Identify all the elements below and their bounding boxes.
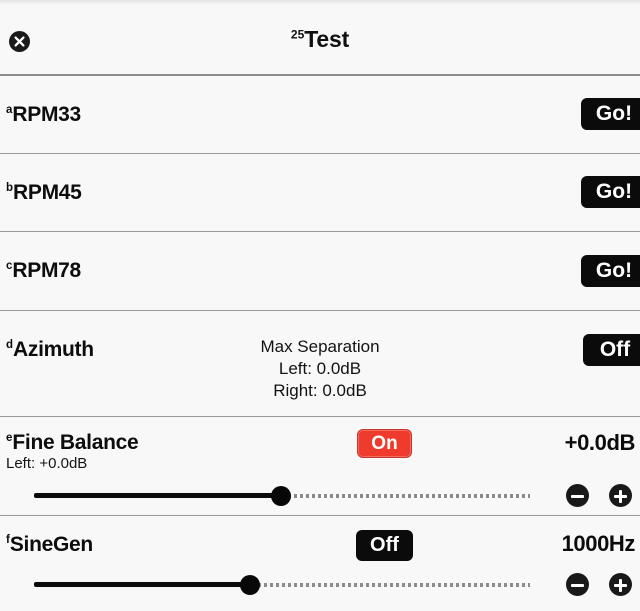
page-title-text: Test bbox=[304, 26, 350, 52]
fine-balance-slider[interactable] bbox=[0, 481, 640, 511]
rpm45-go-button[interactable]: Go! bbox=[581, 176, 640, 208]
azimuth-mode-text: Max Separation bbox=[260, 337, 380, 356]
row-rpm33-label-text: RPM33 bbox=[12, 103, 81, 126]
test-panel: 25Test aRPM33 Go! bRPM45 Go! cRPM78 Go! … bbox=[0, 0, 640, 611]
fine-balance-slider-thumb[interactable] bbox=[271, 486, 291, 506]
fine-balance-slider-track bbox=[288, 494, 530, 498]
azimuth-toggle-button[interactable]: Off bbox=[583, 334, 640, 366]
row-rpm45[interactable]: bRPM45 Go! bbox=[0, 154, 640, 231]
sinegen-slider-thumb[interactable] bbox=[240, 575, 260, 595]
fine-balance-slider-fill bbox=[34, 493, 283, 498]
azimuth-readout: Max Separation Left: 0.0dB Right: 0.0dB bbox=[170, 336, 470, 402]
plus-circle-icon[interactable] bbox=[609, 573, 632, 596]
sinegen-slider-fill bbox=[34, 582, 252, 587]
minus-circle-icon[interactable] bbox=[566, 484, 589, 507]
page-title-superscript: 25 bbox=[290, 27, 305, 42]
row-rpm33[interactable]: aRPM33 Go! bbox=[0, 76, 640, 153]
minus-circle-icon[interactable] bbox=[566, 573, 589, 596]
sinegen-value: 1000Hz bbox=[561, 531, 636, 556]
sinegen-slider[interactable] bbox=[0, 570, 640, 600]
row-fine-balance-label: eFine Balance bbox=[6, 431, 139, 455]
fine-balance-toggle-button[interactable]: On bbox=[357, 429, 412, 458]
row-rpm45-label-text: RPM45 bbox=[13, 181, 82, 204]
row-rpm45-superscript: b bbox=[6, 182, 14, 194]
row-rpm78[interactable]: cRPM78 Go! bbox=[0, 232, 640, 310]
row-sinegen[interactable]: fSineGen Off 1000Hz bbox=[0, 517, 640, 611]
azimuth-right-level: Right: 0.0dB bbox=[273, 381, 367, 400]
panel-header: 25Test bbox=[0, 5, 640, 74]
row-rpm78-label-text: RPM78 bbox=[12, 259, 81, 282]
row-sinegen-label-text: SineGen bbox=[9, 533, 93, 556]
fine-balance-value: +0.0dB bbox=[564, 430, 636, 455]
azimuth-left-level: Left: 0.0dB bbox=[278, 359, 362, 378]
row-fine-balance[interactable]: eFine Balance Left: +0.0dB On +0.0dB bbox=[0, 417, 640, 515]
row-rpm33-label: aRPM33 bbox=[6, 103, 81, 127]
row-azimuth-label-text: Azimuth bbox=[13, 338, 94, 361]
page-title: 25Test bbox=[0, 26, 640, 53]
fine-balance-left-level: Left: +0.0dB bbox=[6, 455, 88, 472]
row-azimuth-superscript: d bbox=[6, 339, 14, 351]
row-sinegen-label: fSineGen bbox=[6, 533, 93, 557]
row-rpm45-label: bRPM45 bbox=[6, 181, 82, 205]
row-azimuth-label: dAzimuth bbox=[6, 338, 94, 362]
row-divider bbox=[0, 515, 640, 516]
plus-circle-icon[interactable] bbox=[609, 484, 632, 507]
rpm33-go-button[interactable]: Go! bbox=[581, 98, 640, 130]
row-azimuth[interactable]: dAzimuth Max Separation Left: 0.0dB Righ… bbox=[0, 311, 640, 416]
sinegen-toggle-button[interactable]: Off bbox=[356, 530, 413, 561]
rpm78-go-button[interactable]: Go! bbox=[581, 255, 640, 287]
row-rpm78-label: cRPM78 bbox=[6, 259, 81, 283]
sinegen-slider-track bbox=[258, 583, 530, 587]
row-fine-balance-label-text: Fine Balance bbox=[12, 431, 139, 454]
